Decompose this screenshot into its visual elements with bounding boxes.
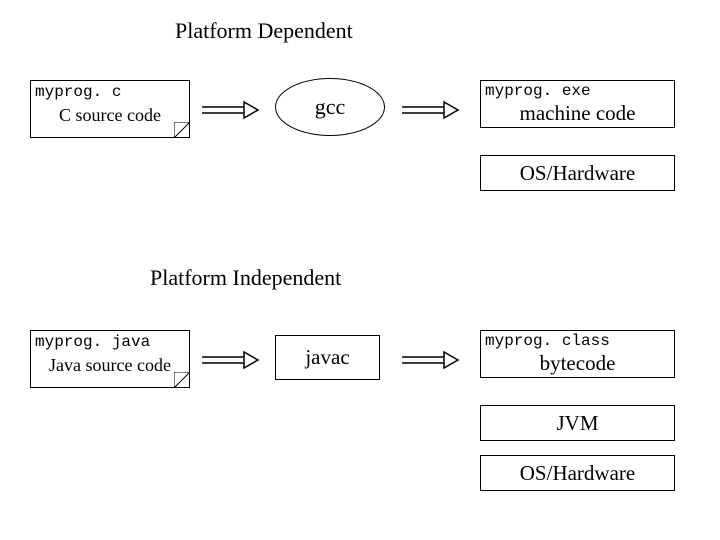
page-fold-icon	[174, 122, 190, 138]
javac-box: javac	[275, 335, 380, 380]
java-source-filename: myprog. java	[31, 331, 189, 353]
os-hardware-label: OS/Hardware	[520, 461, 635, 486]
class-filename: myprog. class	[481, 331, 674, 351]
page-fold-icon	[174, 372, 190, 388]
gcc-ellipse: gcc	[275, 78, 385, 136]
class-description: bytecode	[481, 351, 674, 376]
c-source-filename: myprog. c	[31, 81, 189, 103]
exe-filename: myprog. exe	[481, 81, 674, 101]
class-output-box: myprog. class bytecode	[480, 330, 675, 378]
gcc-label: gcc	[315, 94, 346, 120]
heading-platform-dependent: Platform Dependent	[175, 18, 353, 44]
exe-output-box: myprog. exe machine code	[480, 80, 675, 128]
java-source-box: myprog. java Java source code	[30, 330, 190, 388]
os-hardware-box-java: OS/Hardware	[480, 455, 675, 491]
javac-label: javac	[305, 345, 349, 370]
c-source-filetype: C source code	[31, 105, 189, 126]
os-hardware-box-c: OS/Hardware	[480, 155, 675, 191]
exe-description: machine code	[481, 101, 674, 126]
os-hardware-label: OS/Hardware	[520, 161, 635, 186]
arrow-icon	[200, 350, 260, 370]
heading-platform-independent: Platform Independent	[150, 265, 341, 291]
arrow-icon	[200, 100, 260, 120]
java-source-filetype: Java source code	[31, 355, 189, 376]
jvm-box: JVM	[480, 405, 675, 441]
jvm-label: JVM	[556, 411, 598, 436]
c-source-box: myprog. c C source code	[30, 80, 190, 138]
arrow-icon	[400, 350, 460, 370]
arrow-icon	[400, 100, 460, 120]
